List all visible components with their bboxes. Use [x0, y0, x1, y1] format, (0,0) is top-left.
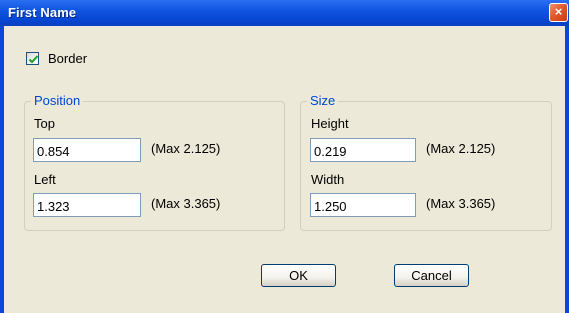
left-label: Left [34, 172, 56, 187]
checkmark-icon [28, 55, 39, 64]
dialog-body: Border Position Top (Max 2.125) Left (Ma… [4, 26, 565, 313]
size-group-title: Size [307, 93, 339, 109]
position-group-title: Position [31, 93, 84, 109]
close-icon: × [554, 4, 563, 19]
top-input[interactable] [33, 138, 141, 162]
window-title: First Name [8, 5, 77, 20]
dialog-window: First Name × Border Position Top (Max 2.… [0, 0, 569, 313]
left-max-text: (Max 3.365) [151, 196, 221, 211]
width-label: Width [311, 172, 345, 187]
title-bar[interactable]: First Name × [0, 0, 569, 26]
ok-button[interactable]: OK [261, 264, 336, 287]
height-input[interactable] [310, 138, 416, 162]
cancel-button[interactable]: Cancel [394, 264, 469, 287]
border-checkbox[interactable] [26, 52, 39, 65]
size-group: Size Height (Max 2.125) Width (Max 3.365… [300, 93, 552, 231]
top-max-text: (Max 2.125) [151, 141, 221, 156]
width-max-text: (Max 3.365) [426, 196, 496, 211]
left-input[interactable] [33, 193, 141, 217]
height-max-text: (Max 2.125) [426, 141, 496, 156]
close-button[interactable]: × [549, 3, 568, 22]
position-group: Position Top (Max 2.125) Left (Max 3.365… [24, 93, 285, 231]
height-label: Height [311, 116, 349, 131]
top-label: Top [34, 116, 55, 131]
border-checkbox-label: Border [48, 51, 88, 66]
width-input[interactable] [310, 193, 416, 217]
